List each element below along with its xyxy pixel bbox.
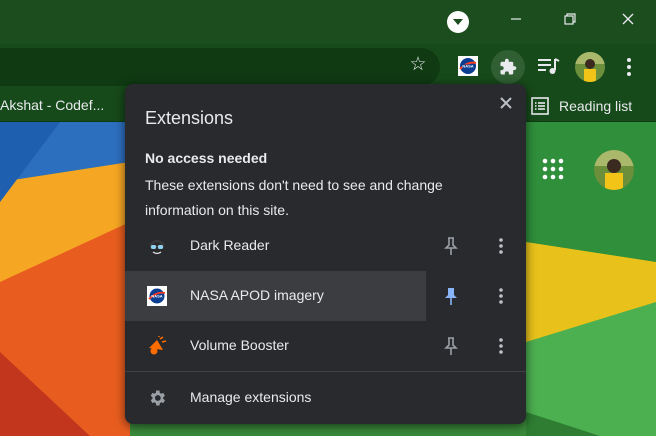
restore-button[interactable] — [542, 0, 598, 38]
pin-icon[interactable] — [443, 336, 459, 356]
extension-name: NASA APOD imagery — [190, 287, 324, 303]
extension-name: Dark Reader — [190, 237, 270, 253]
section-description: These extensions don't need to see and c… — [145, 177, 443, 218]
volume-booster-icon — [149, 336, 167, 355]
minimize-button[interactable] — [488, 0, 544, 38]
extensions-popup: Extensions No access needed These extens… — [125, 84, 526, 424]
close-icon[interactable] — [498, 95, 514, 111]
extension-row-volume-booster[interactable]: Volume Booster — [125, 321, 526, 371]
bookmark-star-icon[interactable]: ☆ — [408, 55, 428, 75]
section-heading: No access needed — [145, 150, 268, 166]
svg-text:NASA: NASA — [462, 63, 473, 68]
bookmark-item[interactable]: Akshat - Codef... — [0, 97, 104, 113]
manage-extensions-label: Manage extensions — [190, 389, 312, 405]
google-apps-icon[interactable] — [542, 158, 564, 180]
gear-icon — [150, 390, 165, 406]
pin-icon[interactable] — [443, 236, 459, 256]
svg-text:NASA: NASA — [151, 293, 162, 298]
media-control-icon[interactable] — [537, 56, 561, 78]
more-options-icon[interactable] — [497, 286, 505, 306]
reading-list-button[interactable]: Reading list — [531, 95, 632, 117]
close-window-button[interactable] — [600, 0, 656, 38]
extensions-button[interactable] — [491, 50, 525, 84]
manage-extensions-button[interactable]: Manage extensions — [125, 372, 526, 424]
nasa-icon: NASA — [147, 286, 167, 306]
pinned-icon[interactable] — [443, 286, 459, 306]
puzzle-icon — [500, 58, 517, 75]
more-options-icon[interactable] — [497, 336, 505, 356]
more-options-icon[interactable] — [497, 236, 505, 256]
reading-list-label: Reading list — [559, 98, 633, 114]
extension-name: Volume Booster — [190, 337, 289, 353]
profile-avatar[interactable] — [575, 52, 605, 82]
toolbar: ☆ NASA — [0, 44, 656, 89]
chrome-menu-icon[interactable] — [619, 55, 639, 79]
title-bar — [0, 0, 656, 44]
reading-list-icon — [531, 97, 549, 115]
profile-dropdown-icon[interactable] — [447, 11, 469, 33]
google-account-avatar[interactable] — [594, 150, 634, 190]
address-bar[interactable] — [0, 48, 440, 86]
extension-row-dark-reader[interactable]: Dark Reader — [125, 221, 526, 271]
extension-row-nasa-apod[interactable]: NASA NASA APOD imagery — [125, 271, 526, 321]
dark-reader-icon — [150, 240, 164, 255]
popup-title: Extensions — [145, 108, 234, 128]
nasa-extension-icon[interactable]: NASA — [457, 55, 479, 77]
